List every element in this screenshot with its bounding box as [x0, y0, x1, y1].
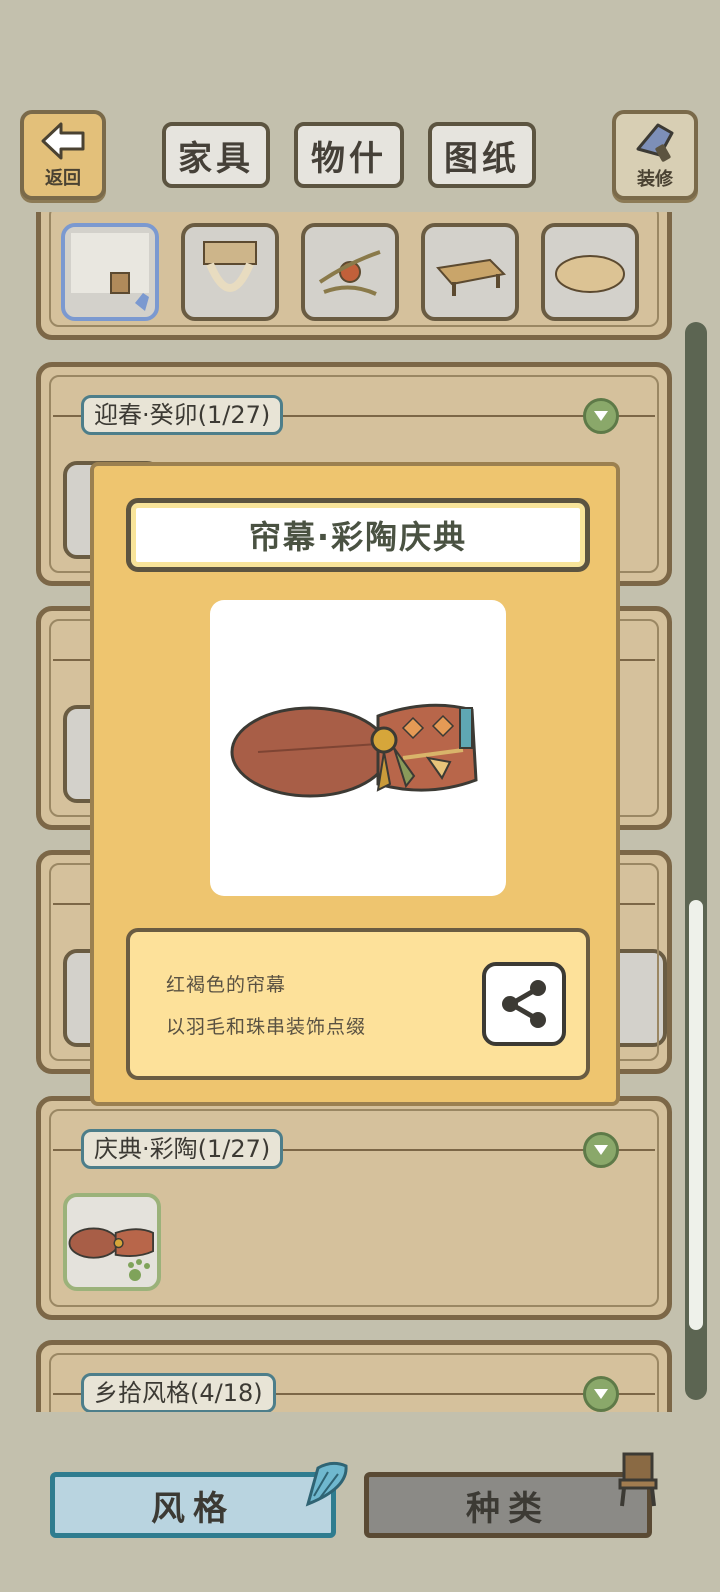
chevron-down-icon	[594, 411, 608, 421]
section-label: 迎春·癸卯(1/27)	[81, 395, 284, 435]
scrollbar-thumb[interactable]	[689, 900, 703, 1330]
share-button[interactable]	[482, 962, 566, 1046]
kind-label: 种类	[466, 1488, 550, 1529]
tab-blueprints[interactable]: 图纸	[428, 122, 536, 188]
section-label: 乡拾风格(4/18)	[81, 1373, 276, 1412]
curtain-image	[230, 703, 478, 798]
section-panel: 乡拾风格(4/18)	[36, 1340, 672, 1412]
scrollbar[interactable]	[685, 322, 707, 1400]
style-button[interactable]: 风格	[50, 1472, 336, 1538]
description-line: 以羽毛和珠串装饰点缀	[166, 1016, 367, 1038]
paint-brush-icon	[636, 123, 674, 162]
plate-icon	[555, 255, 625, 293]
chevron-down-icon	[594, 1145, 608, 1155]
tab-items[interactable]: 物什	[294, 122, 404, 188]
decorate-label: 装修	[637, 169, 673, 190]
category-strip	[36, 212, 672, 340]
section-panel: 庆典·彩陶(1/27)	[36, 1096, 672, 1320]
back-button[interactable]: 返回	[20, 110, 106, 200]
category-thumb-plate[interactable]	[541, 223, 639, 321]
section-label: 庆典·彩陶(1/27)	[81, 1129, 284, 1169]
kind-button[interactable]: 种类	[364, 1472, 652, 1538]
chevron-down-icon	[594, 1389, 608, 1399]
item-description: 红褐色的帘幕 以羽毛和珠串装饰点缀	[126, 928, 590, 1080]
description-line: 红褐色的帘幕	[166, 974, 287, 996]
section-toggle[interactable]	[583, 1376, 619, 1412]
category-thumb-scroll[interactable]	[181, 223, 279, 321]
share-icon	[502, 980, 546, 1028]
category-thumb-wall[interactable]	[61, 223, 159, 321]
decorate-button[interactable]: 装修	[612, 110, 698, 200]
back-arrow-icon	[41, 122, 85, 160]
back-label: 返回	[45, 168, 81, 189]
section-toggle[interactable]	[583, 1132, 619, 1168]
paw-icon	[128, 1259, 150, 1281]
wall-icon	[71, 233, 149, 311]
style-label: 风格	[151, 1488, 235, 1529]
table-icon	[436, 258, 507, 296]
item-detail-modal: 帘幕·彩陶庆典 红褐色的帘幕 以羽毛和珠串装饰点缀	[90, 462, 620, 1106]
item-image	[210, 600, 506, 896]
shell-icon	[305, 1461, 348, 1507]
category-thumb-plant[interactable]	[301, 223, 399, 321]
tab-furniture[interactable]: 家具	[162, 122, 270, 188]
chair-icon	[618, 1452, 658, 1507]
section-toggle[interactable]	[583, 398, 619, 434]
scroll-icon	[203, 241, 257, 292]
item-title: 帘幕·彩陶庆典	[126, 498, 590, 572]
category-thumb-table[interactable]	[421, 223, 519, 321]
item-thumb-curtain[interactable]	[63, 1193, 161, 1291]
plant-icon	[318, 250, 381, 296]
